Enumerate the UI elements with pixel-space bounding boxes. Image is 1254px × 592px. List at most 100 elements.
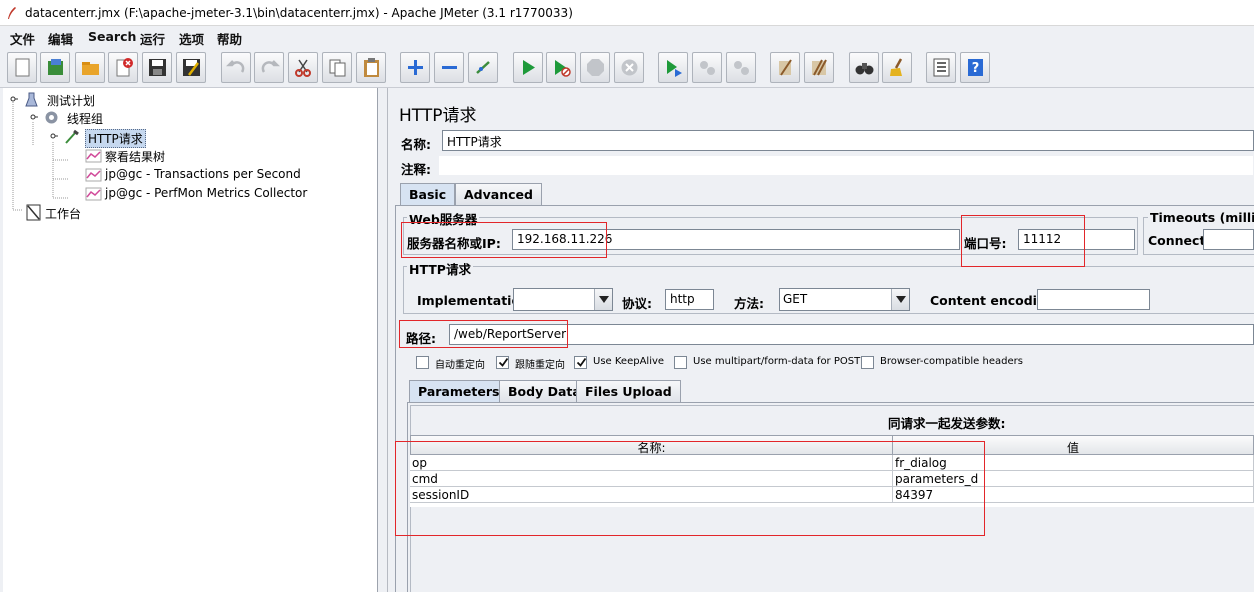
tree-label-http-request: HTTP请求	[85, 129, 146, 148]
menu-search[interactable]: Search	[88, 29, 136, 44]
tree-label-thread-group: 线程组	[67, 112, 104, 126]
menu-edit[interactable]: 编辑	[48, 29, 73, 48]
start-button[interactable]	[513, 52, 543, 83]
split-pane-divider[interactable]	[378, 88, 388, 592]
connect-timeout-field[interactable]	[1203, 229, 1254, 250]
remote-start-icon	[667, 60, 682, 77]
clear-button[interactable]	[770, 52, 800, 83]
help-icon: ?	[968, 59, 983, 76]
toggle-icon	[476, 61, 490, 74]
comment-field[interactable]	[438, 155, 1254, 176]
remote-start-button[interactable]	[658, 52, 688, 83]
checkmark-icon	[498, 357, 509, 367]
start-icon	[523, 60, 535, 75]
name-field[interactable]: HTTP请求	[442, 130, 1254, 151]
save-icon	[149, 59, 166, 76]
close-icon	[116, 58, 133, 77]
checkbox-box[interactable]	[674, 356, 687, 369]
expand-icon	[408, 60, 423, 75]
paste-button[interactable]	[356, 52, 386, 83]
redo-button[interactable]	[254, 52, 284, 83]
implementation-dropdown-button[interactable]	[594, 289, 612, 310]
title-bar: datacenterr.jmx (F:\apache-jmeter-3.1\bi…	[0, 0, 1254, 26]
pipette-icon	[65, 129, 79, 144]
graph-icon	[85, 168, 102, 182]
timeouts-group-title: Timeouts (millisec	[1148, 210, 1254, 225]
shutdown-button[interactable]	[614, 52, 644, 83]
highlight-box-port	[961, 215, 1085, 267]
broom-icon	[890, 58, 903, 76]
save-button[interactable]	[142, 52, 172, 83]
tree-label-workbench: 工作台	[45, 207, 82, 221]
menu-help[interactable]: 帮助	[217, 29, 242, 48]
collapse-button[interactable]	[434, 52, 464, 83]
protocol-field[interactable]: http	[665, 289, 714, 310]
copy-icon	[329, 59, 346, 77]
clear-all-button[interactable]	[804, 52, 834, 83]
remote-shutdown-button[interactable]	[726, 52, 756, 83]
test-plan-tree[interactable]: 测试计划 线程组 HTTP请求 察看结果树 jp@gc - Transactio…	[3, 88, 378, 592]
remote-stop-icon	[700, 61, 715, 75]
reset-search-button[interactable]	[882, 52, 912, 83]
save-as-icon	[183, 59, 200, 76]
path-field[interactable]: /web/ReportServer	[449, 324, 1254, 345]
close-button[interactable]	[108, 52, 138, 83]
checkbox-box[interactable]	[861, 356, 874, 369]
undo-button[interactable]	[221, 52, 251, 83]
cut-icon	[295, 59, 311, 77]
function-helper-button[interactable]	[926, 52, 956, 83]
open-button[interactable]	[75, 52, 105, 83]
expand-button[interactable]	[400, 52, 430, 83]
name-label: 名称:	[401, 137, 431, 152]
cut-button[interactable]	[288, 52, 318, 83]
tab-files-upload[interactable]: Files Upload	[576, 380, 681, 402]
checkbox-box[interactable]	[574, 356, 587, 369]
params-caption: 同请求一起发送参数:	[888, 416, 1006, 431]
tab-basic[interactable]: Basic	[400, 183, 456, 206]
new-button[interactable]	[7, 52, 37, 83]
tab-parameters[interactable]: Parameters	[409, 380, 509, 403]
tree-label-tps: jp@gc - Transactions per Second	[105, 167, 301, 181]
gear-icon	[45, 111, 58, 124]
stop-button[interactable]	[580, 52, 610, 83]
implementation-select[interactable]	[513, 288, 613, 311]
highlight-box-parameters	[395, 441, 985, 536]
highlight-box-server	[401, 222, 607, 258]
window-title: datacenterr.jmx (F:\apache-jmeter-3.1\bi…	[25, 6, 573, 20]
menu-run[interactable]: 运行	[140, 29, 165, 48]
auto-redirect-label: 自动重定向	[435, 360, 485, 371]
test-plan-flask-icon	[25, 92, 38, 107]
browser-compatible-label: Browser-compatible headers	[880, 356, 1023, 367]
remote-stop-button[interactable]	[692, 52, 722, 83]
start-no-pause-button[interactable]	[546, 52, 576, 83]
content-encoding-field[interactable]	[1037, 289, 1150, 310]
templates-button[interactable]	[40, 52, 70, 83]
tab-advanced[interactable]: Advanced	[455, 183, 542, 205]
tree-label-perfmon: jp@gc - PerfMon Metrics Collector	[105, 186, 308, 200]
chevron-down-icon	[896, 296, 906, 303]
open-icon	[82, 62, 99, 75]
toolbar: ?	[0, 48, 1254, 88]
paste-icon	[364, 58, 379, 77]
help-button[interactable]: ?	[960, 52, 990, 83]
clear-icon	[779, 59, 792, 76]
method-dropdown-button[interactable]	[891, 289, 909, 310]
toggle-button[interactable]	[468, 52, 498, 83]
follow-redirects-label: 跟随重定向	[515, 360, 565, 371]
search-button[interactable]	[849, 52, 879, 83]
save-as-button[interactable]	[176, 52, 206, 83]
templates-icon	[48, 59, 63, 75]
checkbox-box[interactable]	[496, 356, 509, 369]
multipart-label: Use multipart/form-data for POST	[693, 356, 861, 367]
method-select[interactable]: GET	[779, 288, 910, 311]
copy-button[interactable]	[322, 52, 352, 83]
keepalive-label: Use KeepAlive	[593, 356, 665, 367]
graph-icon	[85, 149, 102, 163]
protocol-label: 协议:	[622, 296, 652, 311]
highlight-box-path	[399, 320, 568, 348]
checkbox-box[interactable]	[416, 356, 429, 369]
menu-file[interactable]: 文件	[10, 29, 35, 48]
tree-label-test-plan: 测试计划	[47, 94, 96, 108]
menu-options[interactable]: 选项	[179, 29, 204, 48]
collapse-icon	[442, 66, 457, 69]
